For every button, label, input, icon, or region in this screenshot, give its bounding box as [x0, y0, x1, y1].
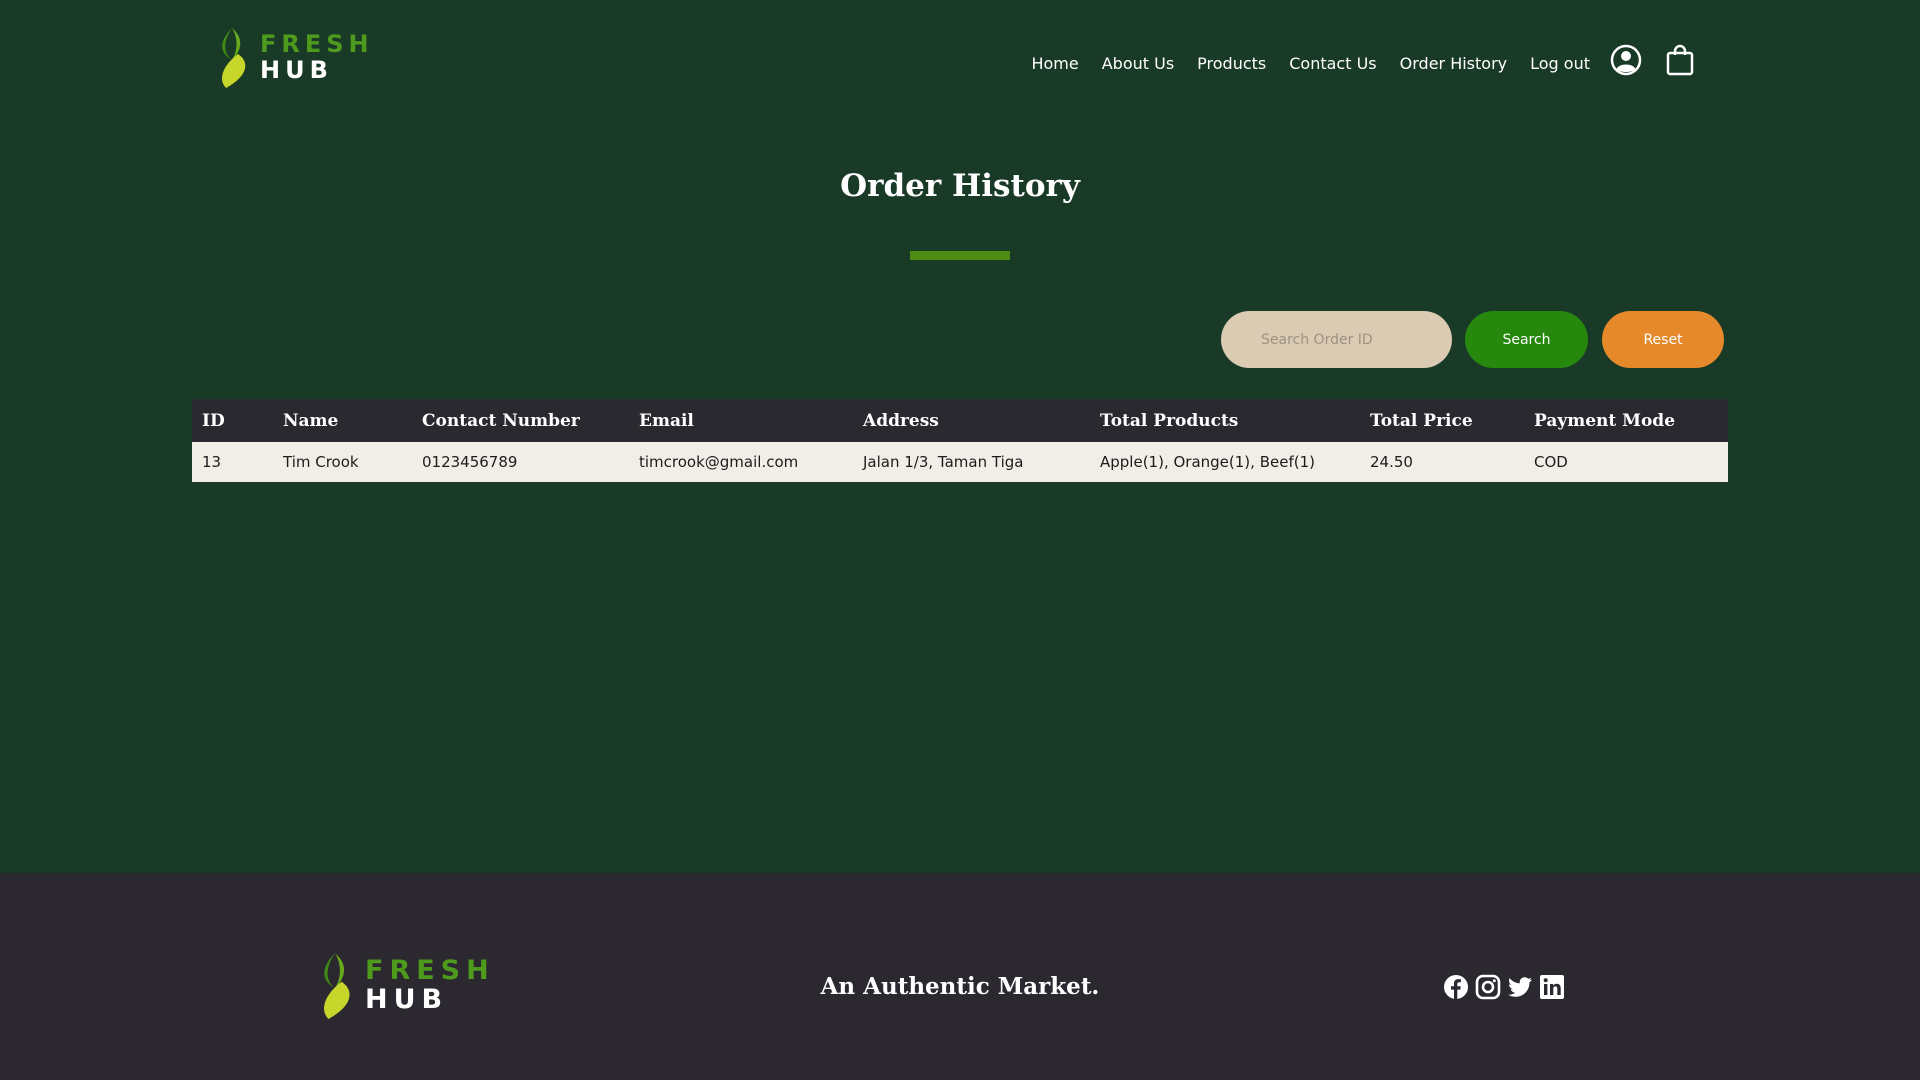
twitter-icon[interactable]	[1507, 974, 1533, 1000]
nav-about-us[interactable]: About Us	[1102, 54, 1174, 73]
nav-log-out[interactable]: Log out	[1530, 54, 1590, 73]
cell-address: Jalan 1/3, Taman Tiga	[863, 453, 1024, 471]
col-total-price: Total Price	[1370, 410, 1473, 431]
col-total-products: Total Products	[1100, 410, 1239, 431]
cell-email: timcrook@gmail.com	[639, 453, 799, 471]
cell-contact-number: 0123456789	[422, 453, 518, 471]
table-row[interactable]: 13 Tim Crook 0123456789 timcrook@gmail.c…	[192, 442, 1728, 482]
col-name: Name	[283, 410, 339, 431]
linkedin-icon[interactable]	[1539, 974, 1565, 1000]
nav-contact-us[interactable]: Contact Us	[1289, 54, 1376, 73]
leaf-logo-icon	[222, 28, 246, 88]
logo-fresh-text: FRESH	[260, 30, 374, 58]
site-footer: FRESH HUB An Authentic Market.	[0, 873, 1920, 1080]
table-header-row: ID Name Contact Number Email Address Tot…	[192, 399, 1728, 442]
footer-tagline: An Authentic Market.	[820, 973, 1100, 1000]
instagram-icon[interactable]	[1475, 974, 1501, 1000]
nav-products[interactable]: Products	[1197, 54, 1266, 73]
nav-home[interactable]: Home	[1031, 54, 1078, 73]
col-contact-number: Contact Number	[422, 410, 580, 431]
cell-name: Tim Crook	[283, 453, 359, 471]
shopping-bag-icon[interactable]	[1665, 44, 1695, 80]
main-nav: Home About Us Products Contact Us Order …	[1031, 54, 1590, 73]
col-payment-mode: Payment Mode	[1534, 410, 1676, 431]
search-button[interactable]: Search	[1465, 311, 1588, 368]
page-title: Order History	[840, 168, 1080, 204]
logo-hub-text: HUB	[260, 56, 333, 84]
col-email: Email	[639, 410, 694, 431]
title-underline	[910, 251, 1010, 260]
user-circle-icon[interactable]	[1610, 44, 1642, 80]
cell-payment-mode: COD	[1534, 453, 1568, 471]
site-header: FRESH HUB Home About Us Products Contact…	[0, 0, 1920, 120]
cell-total-products: Apple(1), Orange(1), Beef(1)	[1100, 453, 1315, 471]
col-id: ID	[202, 410, 225, 431]
reset-button[interactable]: Reset	[1602, 311, 1724, 368]
brand-logo[interactable]: FRESH HUB	[212, 26, 374, 88]
cell-total-price: 24.50	[1370, 453, 1413, 471]
facebook-icon[interactable]	[1443, 974, 1469, 1000]
col-address: Address	[863, 410, 939, 431]
order-history-table: ID Name Contact Number Email Address Tot…	[192, 399, 1728, 482]
cell-id: 13	[202, 453, 222, 471]
search-order-id-input[interactable]	[1221, 311, 1452, 368]
social-links	[1443, 974, 1565, 1000]
nav-order-history[interactable]: Order History	[1400, 54, 1507, 73]
